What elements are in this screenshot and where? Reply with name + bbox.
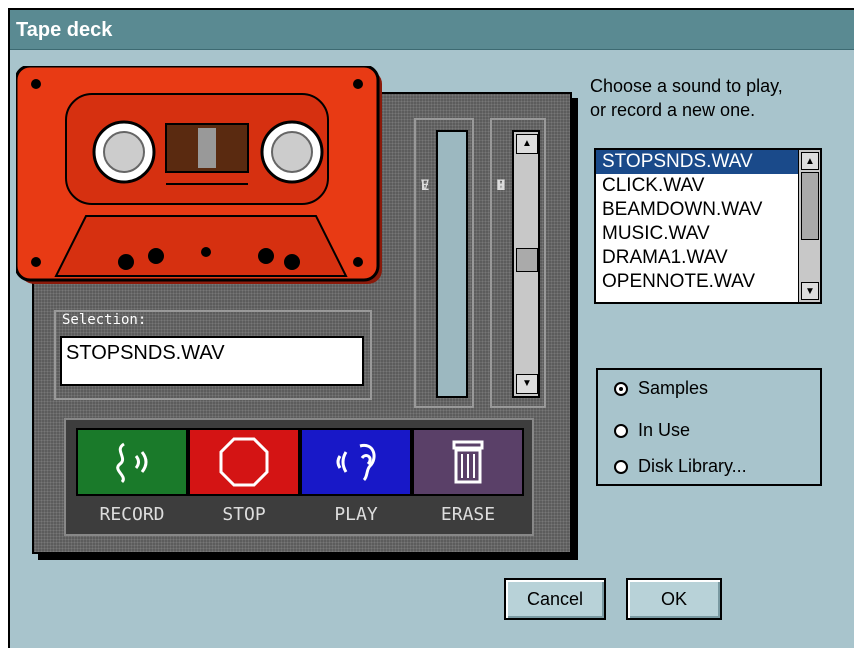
radio-button[interactable] xyxy=(614,459,628,474)
list-item[interactable]: STOPSNDS.WAV xyxy=(596,150,820,174)
cassette-icon xyxy=(16,66,382,284)
window-title: Tape deck xyxy=(10,10,854,50)
volume-thumb[interactable] xyxy=(516,248,538,272)
ok-button[interactable]: OK xyxy=(626,578,722,620)
trash-icon xyxy=(452,440,484,484)
volume-slider[interactable]: ▲ ▼ xyxy=(512,130,540,398)
volume-down-arrow[interactable]: ▼ xyxy=(516,374,538,394)
record-button[interactable] xyxy=(76,428,188,496)
list-item[interactable]: BEAMDOWN.WAV xyxy=(596,198,820,222)
erase-label: ERASE xyxy=(440,504,496,525)
radio-label: Samples xyxy=(638,378,709,398)
radio-in-use[interactable]: In Use xyxy=(614,420,690,441)
instruction-line-2: or record a new one. xyxy=(590,100,756,120)
record-icon xyxy=(116,442,148,484)
list-item[interactable]: CLICK.WAV xyxy=(596,174,820,198)
cancel-button[interactable]: Cancel xyxy=(504,578,606,620)
radio-button[interactable] xyxy=(614,423,628,438)
level-meter-bar xyxy=(436,130,468,398)
play-icon xyxy=(336,443,376,482)
stop-label: STOP xyxy=(222,504,266,525)
instruction-line-1: Choose a sound to play, xyxy=(590,76,783,96)
selection-field[interactable]: STOPSNDS.WAV xyxy=(60,336,364,386)
sound-list[interactable]: STOPSNDS.WAV CLICK.WAV BEAMDOWN.WAV MUSI… xyxy=(594,148,822,304)
list-item[interactable]: OPENNOTE.WAV xyxy=(596,270,820,294)
list-scrollbar[interactable]: ▲ ▼ xyxy=(798,150,820,302)
record-label: RECORD xyxy=(99,504,165,525)
play-button[interactable] xyxy=(300,428,412,496)
scroll-thumb[interactable] xyxy=(801,172,819,240)
list-item[interactable]: MUSIC.WAV xyxy=(596,222,820,246)
stop-button[interactable] xyxy=(188,428,300,496)
selection-label: Selection: xyxy=(62,312,147,328)
radio-label: In Use xyxy=(638,420,691,440)
scroll-down-arrow[interactable]: ▼ xyxy=(801,282,819,300)
erase-button[interactable] xyxy=(412,428,524,496)
scroll-up-arrow[interactable]: ▲ xyxy=(801,152,819,170)
instruction-text: Choose a sound to play, or record a new … xyxy=(590,74,840,122)
radio-samples[interactable]: Samples xyxy=(614,378,708,399)
radio-label: Disk Library... xyxy=(638,456,747,476)
radio-button-selected[interactable] xyxy=(614,381,628,396)
volume-up-arrow[interactable]: ▲ xyxy=(516,134,538,154)
radio-disk-library[interactable]: Disk Library... xyxy=(614,456,747,477)
stop-icon xyxy=(219,437,269,487)
list-item[interactable]: DRAMA1.WAV xyxy=(596,246,820,270)
play-label: PLAY xyxy=(334,504,378,525)
